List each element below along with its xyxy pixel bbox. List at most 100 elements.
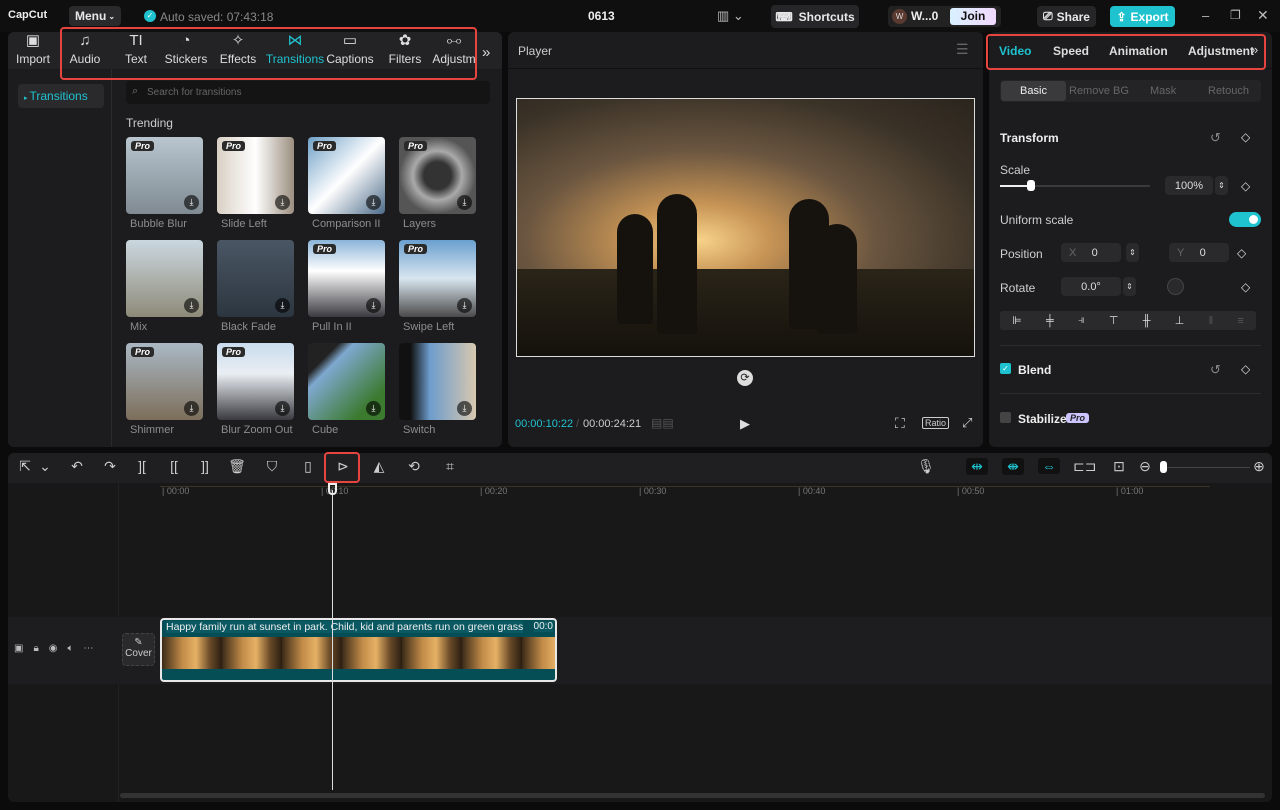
align-bottom-icon[interactable]: ⊥ [1175,314,1185,327]
subtab-mask[interactable]: Mask [1150,85,1176,97]
tab-import[interactable]: ▣ Import [10,32,56,69]
blend-checkbox[interactable]: ✓ [1000,363,1011,374]
transition-thumbnail[interactable]: Pro ⤓ [399,137,476,214]
layout-icon[interactable]: ▥ ⌄ [717,8,744,24]
download-icon[interactable]: ⤓ [366,298,381,313]
transition-thumbnail[interactable]: ⤓ [217,240,294,317]
track-video-icon[interactable]: ▣ [14,643,23,654]
cover-button[interactable]: ✎ Cover [122,633,155,666]
download-icon[interactable]: ⤓ [457,298,472,313]
subtab-remove-bg[interactable]: Remove BG [1069,85,1129,97]
align-top-icon[interactable]: ⊤ [1109,314,1119,327]
more-icon[interactable]: ⋯ [84,643,94,654]
transition-thumbnail[interactable]: Pro ⤓ [308,137,385,214]
rotate-dial[interactable] [1167,278,1184,295]
reset-icon[interactable]: ↺ [1210,362,1221,378]
share-button[interactable]: ⎚ Share [1037,6,1096,27]
distribute-v-icon[interactable]: ≡ [1237,315,1243,327]
subtab-retouch[interactable]: Retouch [1208,85,1249,97]
menu-icon[interactable]: ☰ [956,41,969,58]
more-tools-icon[interactable]: » [482,44,490,61]
audio-icon[interactable]: 🔈︎ [68,643,74,654]
play-icon[interactable]: ▶ [740,416,750,432]
download-icon[interactable]: ⤓ [184,401,199,416]
download-icon[interactable]: ⤓ [275,195,290,210]
preview-axis-icon[interactable]: ⊡ [1110,458,1128,475]
maximize-icon[interactable]: ❐ [1230,8,1241,22]
auto-snap-icon[interactable]: ⇼ [1002,458,1024,475]
scale-slider-handle[interactable] [1027,180,1035,191]
align-right-icon[interactable]: ⫣ [1078,314,1085,327]
lock-icon[interactable]: 🔒︎ [33,643,38,654]
video-preview[interactable] [516,98,975,357]
transition-thumbnail[interactable]: Pro ⤓ [126,137,203,214]
undo-icon[interactable]: ↶ [68,458,86,475]
transition-thumbnail[interactable]: Pro ⤓ [126,343,203,420]
download-icon[interactable]: ⤓ [184,298,199,313]
join-pro-button[interactable]: Join Pro [950,8,996,40]
split-left-icon[interactable]: [[ [165,458,183,474]
playhead[interactable] [332,490,333,790]
marker-icon[interactable]: ⛉ [263,458,281,475]
timeline-view-icon[interactable]: ▤▤ [651,416,674,430]
transform-heading[interactable]: Transform [1000,131,1059,145]
download-icon[interactable]: ⤓ [184,195,199,210]
delete-icon[interactable]: 🗑︎ [228,458,246,475]
position-y-input[interactable]: Y0 [1169,243,1229,262]
main-track-magnet-icon[interactable]: ⇹ [966,458,988,475]
export-button[interactable]: ⇪ Export [1110,6,1175,27]
redo-icon[interactable]: ↷ [101,458,119,475]
reset-icon[interactable]: ↺ [1210,130,1221,146]
zoom-in-icon[interactable]: ⊕ [1250,458,1268,475]
ratio-button[interactable]: Ratio [922,417,950,429]
rotate-icon[interactable]: ⟲ [405,458,423,475]
horizontal-scrollbar[interactable] [120,793,1265,798]
minimize-icon[interactable]: – [1202,8,1209,23]
uniform-scale-toggle[interactable] [1229,212,1261,227]
rotate-input[interactable]: 0.0° [1061,277,1121,296]
align-center-v-icon[interactable]: ╫ [1143,315,1151,327]
eye-icon[interactable]: ◉ [49,643,58,654]
split-right-icon[interactable]: ]] [196,458,214,474]
keyframe-icon[interactable]: ◇ [1241,280,1250,294]
search-input[interactable]: ⌕ Search for transitions [126,81,490,104]
download-icon[interactable]: ⤓ [457,401,472,416]
close-icon[interactable]: ✕ [1257,7,1269,24]
stabilize-checkbox[interactable] [1000,412,1011,423]
stabilize-heading[interactable]: Stabilize [1018,412,1067,426]
playhead-handle[interactable] [328,483,337,495]
keyframe-icon[interactable]: ◇ [1241,362,1250,376]
transition-thumbnail[interactable]: ⤓ [308,343,385,420]
scale-slider[interactable] [1000,185,1150,187]
keyframe-icon[interactable]: ◇ [1241,130,1250,144]
linkage-icon[interactable]: ⇔ [1038,458,1060,474]
subtab-basic[interactable]: Basic [1001,81,1066,101]
transition-thumbnail[interactable]: Pro ⤓ [217,343,294,420]
crop-icon[interactable]: ⌗ [441,458,459,475]
rotate-icon[interactable]: ⟳ [737,370,753,386]
fullscreen-icon[interactable]: ⤢ [962,415,972,431]
split-icon[interactable]: ][ [133,458,151,474]
shortcuts-button[interactable]: ⌨ Shortcuts [771,5,859,28]
split-preview-icon[interactable]: ⊏⊐ [1073,458,1096,475]
zoom-fit-icon[interactable]: ⛶ [895,415,905,432]
account-area[interactable]: W W...0 Join Pro [888,6,1001,40]
stepper-icon[interactable]: ⇕ [1126,243,1139,262]
distribute-h-icon[interactable]: ‖ [1209,315,1214,327]
download-icon[interactable]: ⤓ [275,298,290,313]
transition-thumbnail[interactable]: Pro ⤓ [308,240,385,317]
chevron-down-icon[interactable]: ⌄ [36,458,54,475]
zoom-out-icon[interactable]: ⊖ [1136,458,1154,475]
download-icon[interactable]: ⤓ [366,195,381,210]
scale-input[interactable]: 100% [1165,176,1213,195]
select-icon[interactable]: ⇱ [16,458,34,475]
transition-thumbnail[interactable]: Pro ⤓ [399,240,476,317]
stepper-icon[interactable]: ⇕ [1215,176,1228,195]
blend-heading[interactable]: Blend [1018,363,1051,377]
stepper-icon[interactable]: ⇕ [1123,277,1136,296]
keyframe-icon[interactable]: ◇ [1237,246,1246,260]
transition-thumbnail[interactable]: ⤓ [399,343,476,420]
video-clip[interactable]: Happy family run at sunset in park. Chil… [160,618,557,682]
zoom-slider[interactable] [1165,467,1250,468]
transition-thumbnail[interactable]: ⤓ [126,240,203,317]
